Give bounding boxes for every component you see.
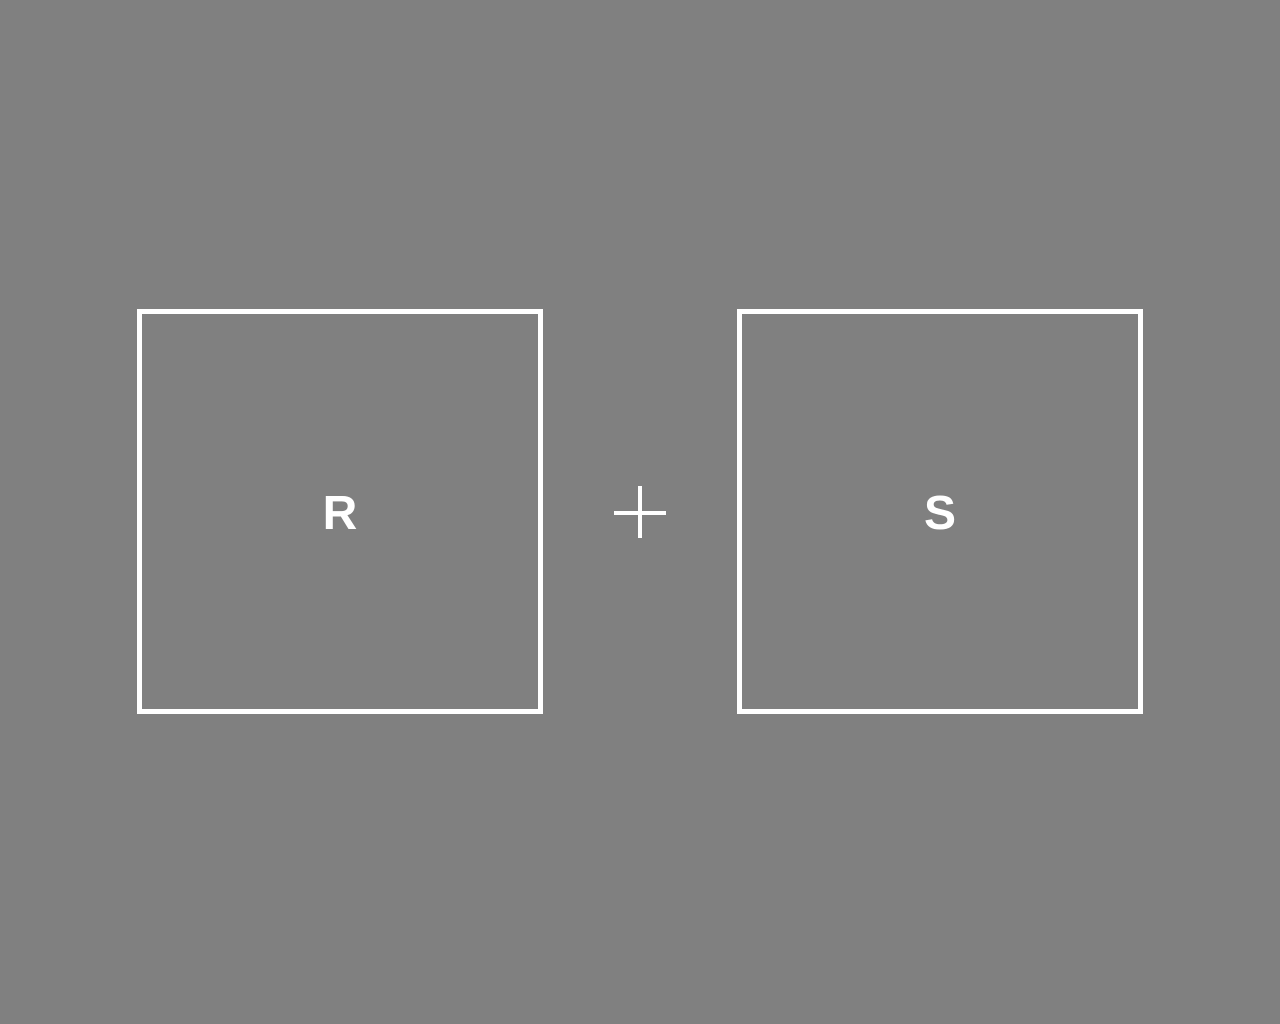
experiment-screen: { "colors": { "background": "#808080", "…	[0, 0, 1280, 1024]
fixation-vertical-bar	[638, 486, 642, 538]
right-stimulus-box: S	[737, 309, 1143, 714]
fixation-cross-icon	[612, 485, 668, 541]
left-stimulus-letter: R	[322, 486, 358, 540]
right-stimulus-letter: S	[923, 486, 956, 540]
left-stimulus-box: R	[137, 309, 543, 714]
